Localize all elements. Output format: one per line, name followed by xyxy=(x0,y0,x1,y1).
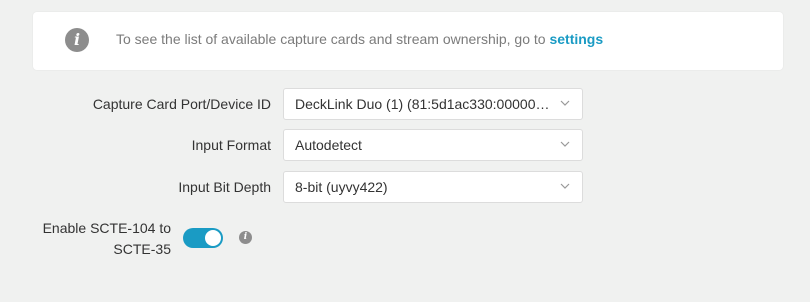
input-format-select[interactable]: Autodetect xyxy=(283,129,583,161)
input-bit-depth-value: 8-bit (uyvy422) xyxy=(295,179,388,195)
info-message: To see the list of available capture car… xyxy=(116,31,603,47)
capture-card-select[interactable]: DeckLink Duo (1) (81:5d1ac330:00000000) xyxy=(283,88,583,120)
scte-toggle-row: Enable SCTE-104 to SCTE-35 i xyxy=(0,216,810,260)
info-icon: i xyxy=(65,28,89,52)
chevron-down-icon xyxy=(560,183,570,189)
toggle-knob xyxy=(205,230,221,246)
scte-toggle-label: Enable SCTE-104 to SCTE-35 xyxy=(42,220,171,257)
input-format-label: Input Format xyxy=(191,137,271,153)
input-bit-depth-label: Input Bit Depth xyxy=(178,179,271,195)
scte-toggle[interactable] xyxy=(183,228,223,248)
capture-card-label: Capture Card Port/Device ID xyxy=(92,96,271,112)
chevron-down-icon xyxy=(560,141,570,147)
input-format-value: Autodetect xyxy=(295,137,362,153)
scte-info-icon[interactable]: i xyxy=(239,231,252,244)
input-bit-depth-select[interactable]: 8-bit (uyvy422) xyxy=(283,171,583,203)
info-banner: i To see the list of available capture c… xyxy=(33,12,783,70)
settings-link[interactable]: settings xyxy=(549,31,603,47)
chevron-down-icon xyxy=(560,100,570,106)
capture-card-row: Capture Card Port/Device ID DeckLink Duo… xyxy=(0,88,810,120)
info-message-text: To see the list of available capture car… xyxy=(116,31,546,47)
capture-card-value: DeckLink Duo (1) (81:5d1ac330:00000000) xyxy=(295,96,550,112)
input-bit-depth-row: Input Bit Depth 8-bit (uyvy422) xyxy=(0,171,810,203)
input-format-row: Input Format Autodetect xyxy=(0,129,810,161)
